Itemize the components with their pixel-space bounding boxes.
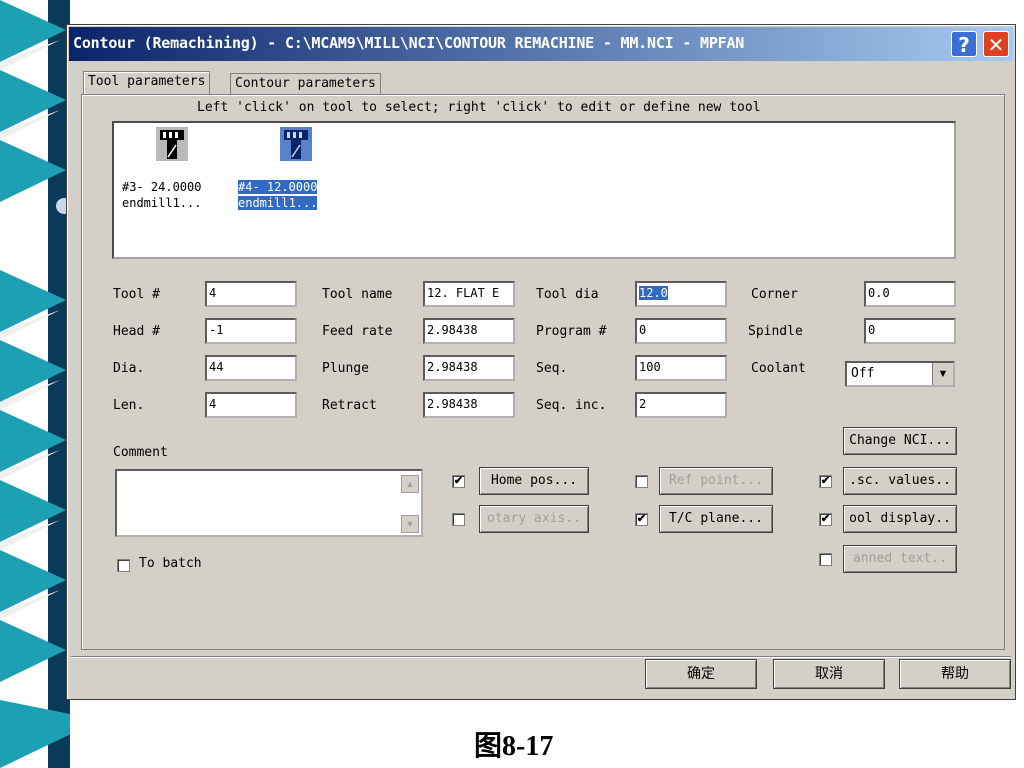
tool-name-field[interactable]: 12. FLAT E <box>423 281 515 307</box>
spindle-field[interactable]: 0 <box>864 318 956 344</box>
help-button[interactable]: 帮助 <box>899 659 1011 689</box>
endmill-icon <box>156 127 188 161</box>
rotary-axis-checkbox[interactable] <box>452 513 465 526</box>
retract-field[interactable]: 2.98438 <box>423 392 515 418</box>
feed-rate-field[interactable]: 2.98438 <box>423 318 515 344</box>
comment-label: Comment <box>113 445 168 460</box>
tool-item-4[interactable] <box>274 127 312 161</box>
tool-4-line2: endmill1... <box>238 196 318 210</box>
ok-button[interactable]: 确定 <box>645 659 757 689</box>
to-batch-label: To batch <box>139 556 202 571</box>
title-bar[interactable]: Contour (Remachining) - C:\MCAM9\MILL\NC… <box>69 27 1013 61</box>
to-batch-checkbox[interactable] <box>117 559 130 572</box>
tool-name-label: Tool name <box>322 287 393 302</box>
contour-dialog: Contour (Remachining) - C:\MCAM9\MILL\NC… <box>66 24 1016 700</box>
corner-label: Corner <box>751 287 798 302</box>
misc-values-checkbox[interactable]: ✔ <box>819 475 832 488</box>
canned-text-button[interactable]: anned text.. <box>843 545 957 573</box>
cancel-button[interactable]: 取消 <box>773 659 885 689</box>
canned-text-checkbox[interactable] <box>819 553 832 566</box>
retract-label: Retract <box>322 398 377 413</box>
tool-label-3: #3- 24.0000 endmill1... <box>122 179 201 211</box>
close-button[interactable]: ✕ <box>983 31 1009 57</box>
tool-item-3[interactable] <box>150 127 188 161</box>
head-num-label: Head # <box>113 324 160 339</box>
scroll-up-icon[interactable]: ▲ <box>401 475 419 493</box>
program-num-label: Program # <box>536 324 607 339</box>
tool-3-line1: #3- 24.0000 <box>122 180 202 194</box>
seq-field[interactable]: 100 <box>635 355 727 381</box>
tool-list[interactable]: #3- 24.0000 endmill1... #4- 12.0000 endm… <box>112 121 956 259</box>
tc-plane-checkbox[interactable]: ✔ <box>635 513 648 526</box>
spindle-label: Spindle <box>748 324 803 339</box>
endmill-icon <box>280 127 312 161</box>
comment-textarea[interactable]: ▲ ▼ <box>115 469 423 537</box>
ref-point-button[interactable]: Ref point... <box>659 467 773 495</box>
corner-field[interactable]: 0.0 <box>864 281 956 307</box>
tool-display-button[interactable]: ool display.. <box>843 505 957 533</box>
tab-tool-parameters[interactable]: Tool parameters <box>83 71 211 95</box>
len-label: Len. <box>113 398 145 413</box>
seq-inc-field[interactable]: 2 <box>635 392 727 418</box>
dia-field[interactable]: 44 <box>205 355 297 381</box>
tool-dia-label: Tool dia <box>536 287 599 302</box>
slide-decoration-strip <box>0 0 70 768</box>
help-title-button[interactable]: ? <box>951 31 977 57</box>
home-pos-checkbox[interactable]: ✔ <box>452 475 465 488</box>
program-num-field[interactable]: 0 <box>635 318 727 344</box>
tool-label-4: #4- 12.0000 endmill1... <box>238 179 318 211</box>
seq-label: Seq. <box>536 361 568 376</box>
scroll-down-icon[interactable]: ▼ <box>401 515 419 533</box>
chevron-down-icon[interactable]: ▼ <box>932 363 953 385</box>
tool-num-label: Tool # <box>113 287 160 302</box>
home-pos-button[interactable]: Home pos... <box>479 467 589 495</box>
feed-rate-label: Feed rate <box>322 324 393 339</box>
change-nci-button[interactable]: Change NCI... <box>843 427 957 455</box>
dia-label: Dia. <box>113 361 145 376</box>
rotary-axis-button[interactable]: otary axis.. <box>479 505 589 533</box>
seq-inc-label: Seq. inc. <box>536 398 607 413</box>
tab-contour-parameters[interactable]: Contour parameters <box>230 73 381 95</box>
coolant-label: Coolant <box>751 361 806 376</box>
figure-caption: 图8-17 <box>474 731 554 762</box>
tool-list-hint: Left 'click' on tool to select; right 'c… <box>197 100 761 115</box>
misc-values-button[interactable]: .sc. values.. <box>843 467 957 495</box>
window-title: Contour (Remachining) - C:\MCAM9\MILL\NC… <box>73 34 745 52</box>
tool-3-line2: endmill1... <box>122 196 202 210</box>
tool-4-line1: #4- 12.0000 <box>238 180 318 194</box>
tool-dia-value: 12.0 <box>639 286 668 300</box>
coolant-value: Off <box>851 366 875 381</box>
plunge-label: Plunge <box>322 361 369 376</box>
footer-divider <box>71 656 1011 658</box>
tool-num-field[interactable]: 4 <box>205 281 297 307</box>
tool-dia-field[interactable]: 12.0 <box>635 281 727 307</box>
tc-plane-button[interactable]: T/C plane... <box>659 505 773 533</box>
head-num-field[interactable]: -1 <box>205 318 297 344</box>
len-field[interactable]: 4 <box>205 392 297 418</box>
plunge-field[interactable]: 2.98438 <box>423 355 515 381</box>
ref-point-checkbox[interactable] <box>635 475 648 488</box>
coolant-select[interactable]: Off ▼ <box>845 361 955 387</box>
tool-display-checkbox[interactable]: ✔ <box>819 513 832 526</box>
